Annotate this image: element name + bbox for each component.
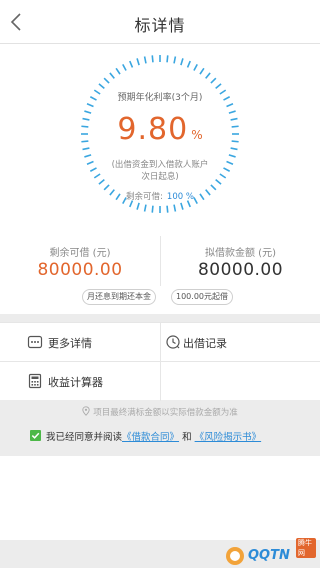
ring-tick (143, 56, 147, 64)
agreement-prefix: 我已经同意并阅读 (46, 432, 123, 443)
rate-value: 9.80 (117, 112, 189, 147)
ring-tick (115, 67, 121, 75)
min-amount-chip: 100.00元起借 (171, 289, 233, 305)
ring-tick (230, 147, 238, 151)
ring-tick (136, 58, 140, 66)
interest-note-line2: 次日起息) (141, 172, 179, 182)
ring-tick (86, 103, 94, 108)
more-dots-icon (27, 334, 43, 350)
ring-tick (186, 60, 191, 68)
agreement-row: 我已经同意并阅读《借款合同》 和 《风险揭示书》 (30, 429, 261, 443)
rate-label: 预期年化利率(3个月) (117, 93, 203, 103)
ring-tick (136, 202, 140, 210)
rate-unit: % (191, 128, 203, 142)
ring-tick (228, 154, 236, 158)
loan-amount: 拟借款金额 (元) 80000.00 (160, 236, 320, 286)
calculator-icon (27, 373, 43, 389)
amount-tip: 项目最终满标金额以实际借款金额为准 (0, 406, 320, 419)
ring-tick (173, 204, 177, 212)
more-details-button[interactable]: 更多详情 (0, 323, 160, 361)
ring-tick (193, 63, 198, 71)
ring-tick (215, 83, 222, 89)
bottom-area (0, 456, 320, 540)
amount-tip-text: 项目最终满标金额以实际借款金额为准 (93, 408, 238, 418)
agree-checkbox[interactable] (30, 430, 41, 441)
watermark-sub: 腾牛网 (296, 538, 316, 558)
ring-tick (122, 63, 127, 71)
ring-tick (166, 205, 169, 213)
ring-tick (210, 77, 217, 84)
loan-amount-label: 拟借款金额 (元) (205, 248, 276, 259)
ring-tick (103, 77, 110, 84)
top-bar: 标详情 (0, 0, 320, 44)
remaining-amount-label: 剩余可借 (元) (49, 248, 111, 259)
ring-tick (82, 147, 90, 151)
remaining-label: 剩余可借: (126, 192, 163, 202)
remaining-percent: 剩余可借: 100 % (0, 190, 320, 202)
ring-tick (98, 83, 105, 89)
ring-tick (166, 55, 169, 63)
watermark-logo-icon (226, 547, 244, 565)
remaining-amount: 剩余可借 (元) 80000.00 (0, 236, 160, 286)
ring-tick (151, 55, 154, 63)
remaining-value: 100 % (166, 192, 194, 202)
ring-tick (199, 67, 205, 75)
remaining-amount-value: 80000.00 (37, 260, 123, 280)
ring-tick (173, 56, 177, 64)
clock-record-icon (165, 334, 181, 350)
ring-tick (180, 58, 184, 66)
ring-tick (109, 72, 115, 79)
page-title: 标详情 (134, 16, 186, 35)
agreement-and: 和 (182, 432, 192, 443)
amount-panel: 剩余可借 (元) 80000.00 拟借款金额 (元) 80000.00 月还息… (0, 236, 320, 314)
site-watermark: QQTN 腾牛网 (224, 538, 316, 568)
calculator-label: 收益计算器 (48, 376, 103, 389)
ring-tick (226, 103, 234, 108)
repay-method-chip: 月还息到期还本金 (82, 289, 156, 305)
ring-tick (143, 204, 147, 212)
ring-tick (205, 72, 211, 79)
detail-menu: 更多详情 出借记录 收益计算器 (0, 322, 320, 401)
rate-display: 9.80% (0, 112, 320, 147)
records-button[interactable]: 出借记录 (160, 323, 320, 361)
records-label: 出借记录 (183, 337, 227, 350)
more-details-label: 更多详情 (48, 337, 92, 350)
ring-tick (129, 60, 134, 68)
loan-amount-value: 80000.00 (197, 260, 284, 280)
ring-tick (180, 202, 184, 210)
loan-contract-link[interactable]: 《借款合同》 (122, 432, 179, 443)
risk-disclosure-link[interactable]: 《风险揭示书》 (195, 432, 262, 443)
ring-tick (151, 205, 154, 213)
calculator-button[interactable]: 收益计算器 (0, 362, 160, 400)
interest-note-line1: (出借资金到入借款人账户 (111, 160, 209, 170)
rate-panel: 预期年化利率(3个月) 9.80% (出借资金到入借款人账户 次日起息) 剩余可… (0, 44, 320, 236)
watermark-text: QQTN (248, 548, 290, 563)
ring-tick (84, 154, 92, 158)
menu-empty-cell (160, 362, 320, 401)
location-pin-icon (82, 406, 90, 419)
